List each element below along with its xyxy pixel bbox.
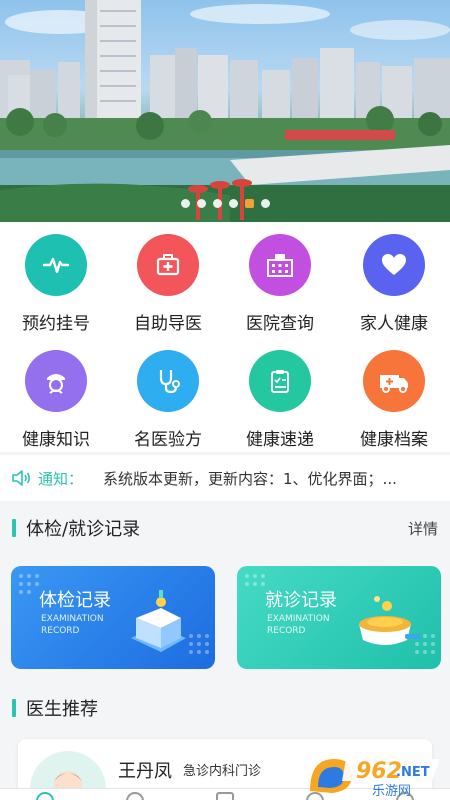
speaker-icon <box>12 470 31 486</box>
notice-bar[interactable]: 通知： 系统版本更新，更新内容：1、优化界面；... <box>0 455 450 501</box>
stethoscope-icon <box>137 350 199 412</box>
notice-tag: 通知： <box>38 469 84 488</box>
records-more-link[interactable]: 详情 <box>408 518 438 539</box>
message-tab-icon[interactable] <box>216 792 234 800</box>
medkit-icon <box>137 234 199 296</box>
heart-icon <box>363 234 425 296</box>
ambulance-icon <box>363 350 425 412</box>
notice-text: 系统版本更新，更新内容：1、优化界面；... <box>103 469 397 488</box>
card-subtitle: EXAMINATION RECORD <box>267 614 330 636</box>
app-home: 预约挂号 自助导医 医院查询 家人健康 健康知识 名医验方 健康速递 健康档案 … <box>0 0 450 800</box>
section-accent-bar <box>12 519 16 537</box>
grid-item-family-health[interactable]: 家人健康 <box>338 234 450 334</box>
doctor-name: 王丹凤 <box>118 761 172 782</box>
grid-item-famous-prescriptions[interactable]: 名医验方 <box>112 350 224 450</box>
exam-record-card[interactable]: 体检记录 EXAMINATION RECORD <box>11 566 215 669</box>
watermark-logo: 962 .NET 乐游网 <box>306 751 444 799</box>
carousel-dot[interactable] <box>228 199 238 208</box>
carousel-dot[interactable] <box>180 199 190 208</box>
section-accent-bar <box>12 699 16 717</box>
grid-label: 家人健康 <box>360 314 428 334</box>
grid-item-health-records[interactable]: 健康档案 <box>338 350 450 450</box>
nurse-icon <box>25 350 87 412</box>
carousel-dot[interactable] <box>196 199 206 208</box>
svg-text:乐游网: 乐游网 <box>372 784 411 797</box>
card-title: 体检记录 <box>39 590 111 611</box>
hospital-icon <box>249 234 311 296</box>
grid-label: 自助导医 <box>134 314 202 334</box>
grid-item-hospital-search[interactable]: 医院查询 <box>224 234 336 334</box>
visit-record-card[interactable]: 就诊记录 EXAMINATION RECORD <box>237 566 441 669</box>
search-tab-icon[interactable] <box>126 792 144 800</box>
carousel-dot[interactable] <box>260 199 270 208</box>
clipboard-icon <box>249 350 311 412</box>
section-title: 医生推荐 <box>26 699 98 720</box>
grid-label: 健康知识 <box>22 430 90 450</box>
grid-label: 健康速递 <box>246 430 314 450</box>
feature-grid: 预约挂号 自助导医 医院查询 家人健康 健康知识 名医验方 健康速递 健康档案 <box>0 222 450 452</box>
grid-item-health-knowledge[interactable]: 健康知识 <box>0 350 112 450</box>
doctors-section-header: 医生推荐 <box>0 688 450 728</box>
carousel-dot[interactable] <box>212 199 222 208</box>
city-skyline-image <box>0 0 450 222</box>
doctor-department: 急诊内科门诊 <box>183 764 262 779</box>
grid-item-appointment[interactable]: 预约挂号 <box>0 234 112 334</box>
grid-item-self-guide[interactable]: 自助导医 <box>112 234 224 334</box>
home-tab-icon[interactable] <box>36 792 54 800</box>
grid-label: 医院查询 <box>246 314 314 334</box>
grid-item-health-express[interactable]: 健康速递 <box>224 350 336 450</box>
pulse-icon <box>25 234 87 296</box>
carousel-dot[interactable] <box>244 199 254 208</box>
grid-label: 名医验方 <box>134 430 202 450</box>
grid-label: 预约挂号 <box>22 314 90 334</box>
card-subtitle: EXAMINATION RECORD <box>41 614 104 636</box>
carousel-dots[interactable] <box>0 199 450 208</box>
section-title: 体检/就诊记录 <box>26 519 141 540</box>
svg-text:.NET: .NET <box>396 765 430 780</box>
card-title: 就诊记录 <box>265 590 337 611</box>
hero-banner[interactable] <box>0 0 450 222</box>
records-section-header: 体检/就诊记录 详情 <box>0 508 450 548</box>
grid-label: 健康档案 <box>360 430 428 450</box>
